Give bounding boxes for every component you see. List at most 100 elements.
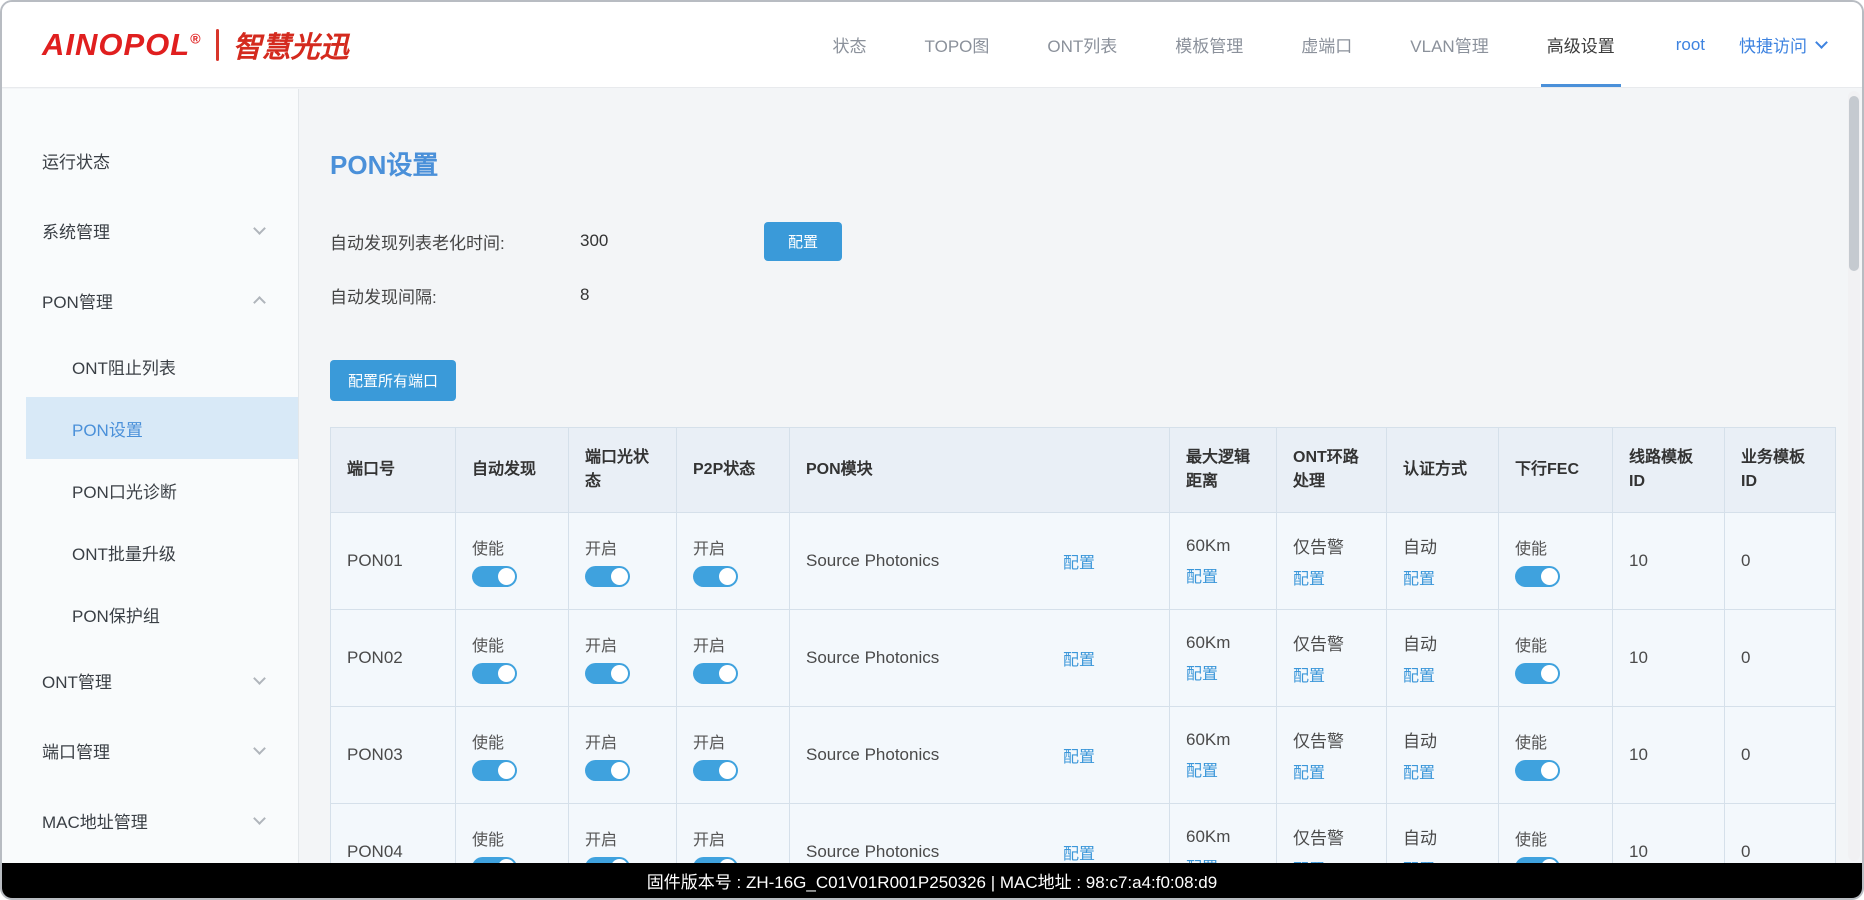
module-config-link[interactable]: 配置	[1063, 549, 1095, 573]
p2p-state: 开启	[693, 729, 789, 753]
nav-vlan-management[interactable]: VLAN管理	[1404, 2, 1494, 87]
auto-discover-toggle[interactable]	[472, 663, 517, 684]
scrollbar-thumb[interactable]	[1849, 96, 1859, 271]
nav-advanced-settings[interactable]: 高级设置	[1541, 2, 1621, 87]
auto-discover-toggle[interactable]	[472, 760, 517, 781]
page-title: PON设置	[330, 145, 1862, 182]
chevron-down-icon	[253, 742, 266, 755]
sidebar-item-ont-management[interactable]: ONT管理	[2, 645, 298, 715]
loop-config-link[interactable]: 配置	[1293, 759, 1386, 783]
sidebar-item-running-status[interactable]: 运行状态	[2, 125, 298, 195]
nav-topo[interactable]: TOPO图	[919, 2, 996, 87]
max-logical-distance: 60Km	[1186, 536, 1276, 556]
col-header-max-distance: 最大逻辑距离	[1170, 428, 1277, 513]
line-template-id: 10	[1629, 648, 1724, 668]
nav-virtual-port[interactable]: 虚端口	[1295, 2, 1358, 87]
table-row: PON04 使能 开启 开启 Source Photonics 配置 60Km …	[331, 804, 1836, 864]
auto-discover-state: 使能	[472, 535, 568, 559]
sidebar-item-pon-protection-group[interactable]: PON保护组	[2, 583, 298, 645]
auth-config-link[interactable]: 配置	[1403, 662, 1498, 686]
sidebar-item-ont-block-list[interactable]: ONT阻止列表	[2, 335, 298, 397]
logo-divider	[216, 29, 219, 61]
table-row: PON03 使能 开启 开启 Source Photonics 配置 60Km …	[331, 707, 1836, 804]
col-header-pon-module: PON模块	[790, 428, 1170, 513]
aging-time-value: 300	[580, 231, 764, 251]
port-name: PON04	[347, 842, 455, 862]
col-header-optical-state: 端口光状态	[569, 428, 677, 513]
module-config-link[interactable]: 配置	[1063, 840, 1095, 863]
module-config-link[interactable]: 配置	[1063, 646, 1095, 670]
optical-state: 开启	[585, 632, 676, 656]
table-row: PON01 使能 开启 开启 Source Photonics 配置 60Km …	[331, 513, 1836, 610]
ont-loop-handling: 仅告警	[1293, 533, 1386, 558]
main-nav: 状态 TOPO图 ONT列表 模板管理 虚端口 VLAN管理 高级设置	[804, 2, 1644, 87]
pon-module-name: Source Photonics	[806, 551, 939, 571]
sidebar-item-pon-settings[interactable]: PON设置	[26, 397, 298, 459]
fec-toggle[interactable]	[1515, 760, 1560, 781]
optical-state: 开启	[585, 826, 676, 850]
module-config-link[interactable]: 配置	[1063, 743, 1095, 767]
auto-discover-state: 使能	[472, 632, 568, 656]
col-header-auto-discover: 自动发现	[456, 428, 569, 513]
downstream-fec-state: 使能	[1515, 632, 1612, 656]
sidebar-item-port-management[interactable]: 端口管理	[2, 715, 298, 785]
sidebar-item-system-management[interactable]: 系统管理	[2, 195, 298, 265]
optical-toggle[interactable]	[585, 566, 630, 587]
service-template-id: 0	[1741, 745, 1835, 765]
auth-mode: 自动	[1403, 630, 1498, 655]
user-name[interactable]: root	[1676, 35, 1705, 55]
col-header-service-template-id: 业务模板ID	[1725, 428, 1836, 513]
pon-module-name: Source Photonics	[806, 648, 939, 668]
max-logical-distance: 60Km	[1186, 633, 1276, 653]
distance-config-link[interactable]: 配置	[1186, 757, 1276, 781]
nav-template-management[interactable]: 模板管理	[1169, 2, 1249, 87]
pon-module-name: Source Photonics	[806, 745, 939, 765]
brand-logo: AINOPOL® 智慧光迅	[42, 24, 349, 66]
p2p-toggle[interactable]	[693, 566, 738, 587]
aging-time-config-button[interactable]: 配置	[764, 222, 842, 261]
footer-bar: 固件版本号 : ZH-16G_C01V01R001P250326 | MAC地址…	[2, 863, 1862, 898]
p2p-state: 开启	[693, 632, 789, 656]
pon-table: 端口号 自动发现 端口光状态 P2P状态 PON模块 最大逻辑距离 ONT环路处…	[330, 427, 1836, 863]
nav-ont-list[interactable]: ONT列表	[1041, 2, 1123, 87]
table-header-row: 端口号 自动发现 端口光状态 P2P状态 PON模块 最大逻辑距离 ONT环路处…	[331, 428, 1836, 513]
pon-table-body: PON01 使能 开启 开启 Source Photonics 配置 60Km …	[331, 513, 1836, 864]
vertical-scrollbar[interactable]	[1848, 91, 1860, 861]
distance-config-link[interactable]: 配置	[1186, 660, 1276, 684]
p2p-toggle[interactable]	[693, 760, 738, 781]
p2p-toggle[interactable]	[693, 663, 738, 684]
loop-config-link[interactable]: 配置	[1293, 662, 1386, 686]
table-row: PON02 使能 开启 开启 Source Photonics 配置 60Km …	[331, 610, 1836, 707]
chevron-down-icon	[253, 672, 266, 685]
config-all-ports-button[interactable]: 配置所有端口	[330, 360, 456, 401]
auth-config-link[interactable]: 配置	[1403, 759, 1498, 783]
auto-discover-toggle[interactable]	[472, 566, 517, 587]
auth-config-link[interactable]: 配置	[1403, 856, 1498, 863]
auth-mode: 自动	[1403, 533, 1498, 558]
brand-name: AINOPOL®	[42, 27, 202, 63]
loop-config-link[interactable]: 配置	[1293, 565, 1386, 589]
port-name: PON02	[347, 648, 455, 668]
chevron-down-icon	[1815, 36, 1828, 49]
top-bar: AINOPOL® 智慧光迅 状态 TOPO图 ONT列表 模板管理 虚端口 VL…	[2, 2, 1862, 88]
firmware-info: 固件版本号 : ZH-16G_C01V01R001P250326 | MAC地址…	[647, 868, 1217, 893]
app-window: AINOPOL® 智慧光迅 状态 TOPO图 ONT列表 模板管理 虚端口 VL…	[0, 0, 1864, 900]
auth-mode: 自动	[1403, 824, 1498, 849]
sidebar-item-mac-address-management[interactable]: MAC地址管理	[2, 785, 298, 855]
sidebar-item-ont-batch-upgrade[interactable]: ONT批量升级	[2, 521, 298, 583]
aging-time-row: 自动发现列表老化时间: 300 配置	[330, 226, 1862, 256]
fec-toggle[interactable]	[1515, 663, 1560, 684]
loop-config-link[interactable]: 配置	[1293, 856, 1386, 863]
line-template-id: 10	[1629, 745, 1724, 765]
nav-status[interactable]: 状态	[827, 2, 873, 87]
distance-config-link[interactable]: 配置	[1186, 563, 1276, 587]
distance-config-link[interactable]: 配置	[1186, 854, 1276, 864]
auth-config-link[interactable]: 配置	[1403, 565, 1498, 589]
port-name: PON01	[347, 551, 455, 571]
sidebar-item-pon-management[interactable]: PON管理	[2, 265, 298, 335]
optical-toggle[interactable]	[585, 760, 630, 781]
fec-toggle[interactable]	[1515, 566, 1560, 587]
optical-toggle[interactable]	[585, 663, 630, 684]
sidebar-item-pon-optical-diagnosis[interactable]: PON口光诊断	[2, 459, 298, 521]
quick-access-menu[interactable]: 快捷访问	[1739, 32, 1826, 57]
